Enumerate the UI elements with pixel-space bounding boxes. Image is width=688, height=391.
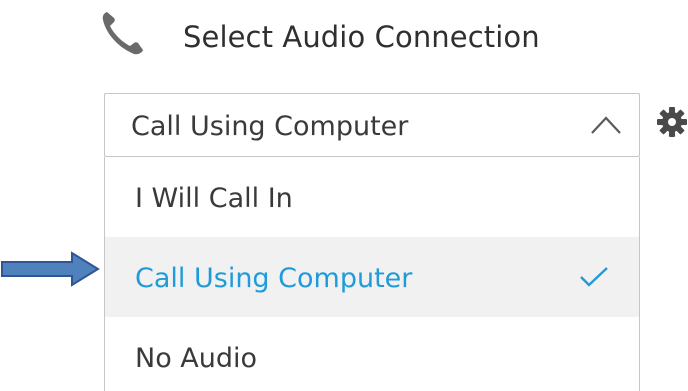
audio-connection-panel: Select Audio Connection Call Using Compu… (0, 0, 688, 391)
chevron-up-icon[interactable] (589, 114, 623, 136)
option-no-audio[interactable]: No Audio (105, 317, 639, 391)
audio-options-list: I Will Call In Call Using Computer No Au… (104, 157, 640, 391)
option-call-using-computer[interactable]: Call Using Computer (105, 237, 639, 317)
check-icon (580, 267, 608, 287)
dialog-title: Select Audio Connection (183, 20, 540, 54)
gear-icon[interactable] (656, 106, 688, 138)
option-label: Call Using Computer (135, 263, 413, 294)
option-call-in[interactable]: I Will Call In (105, 157, 639, 237)
select-current-value: Call Using Computer (131, 111, 409, 142)
option-label: I Will Call In (135, 183, 293, 214)
audio-connection-select[interactable]: Call Using Computer (104, 93, 640, 157)
option-label: No Audio (135, 343, 258, 374)
phone-icon (102, 12, 143, 55)
pointer-arrow-icon (1, 251, 100, 287)
